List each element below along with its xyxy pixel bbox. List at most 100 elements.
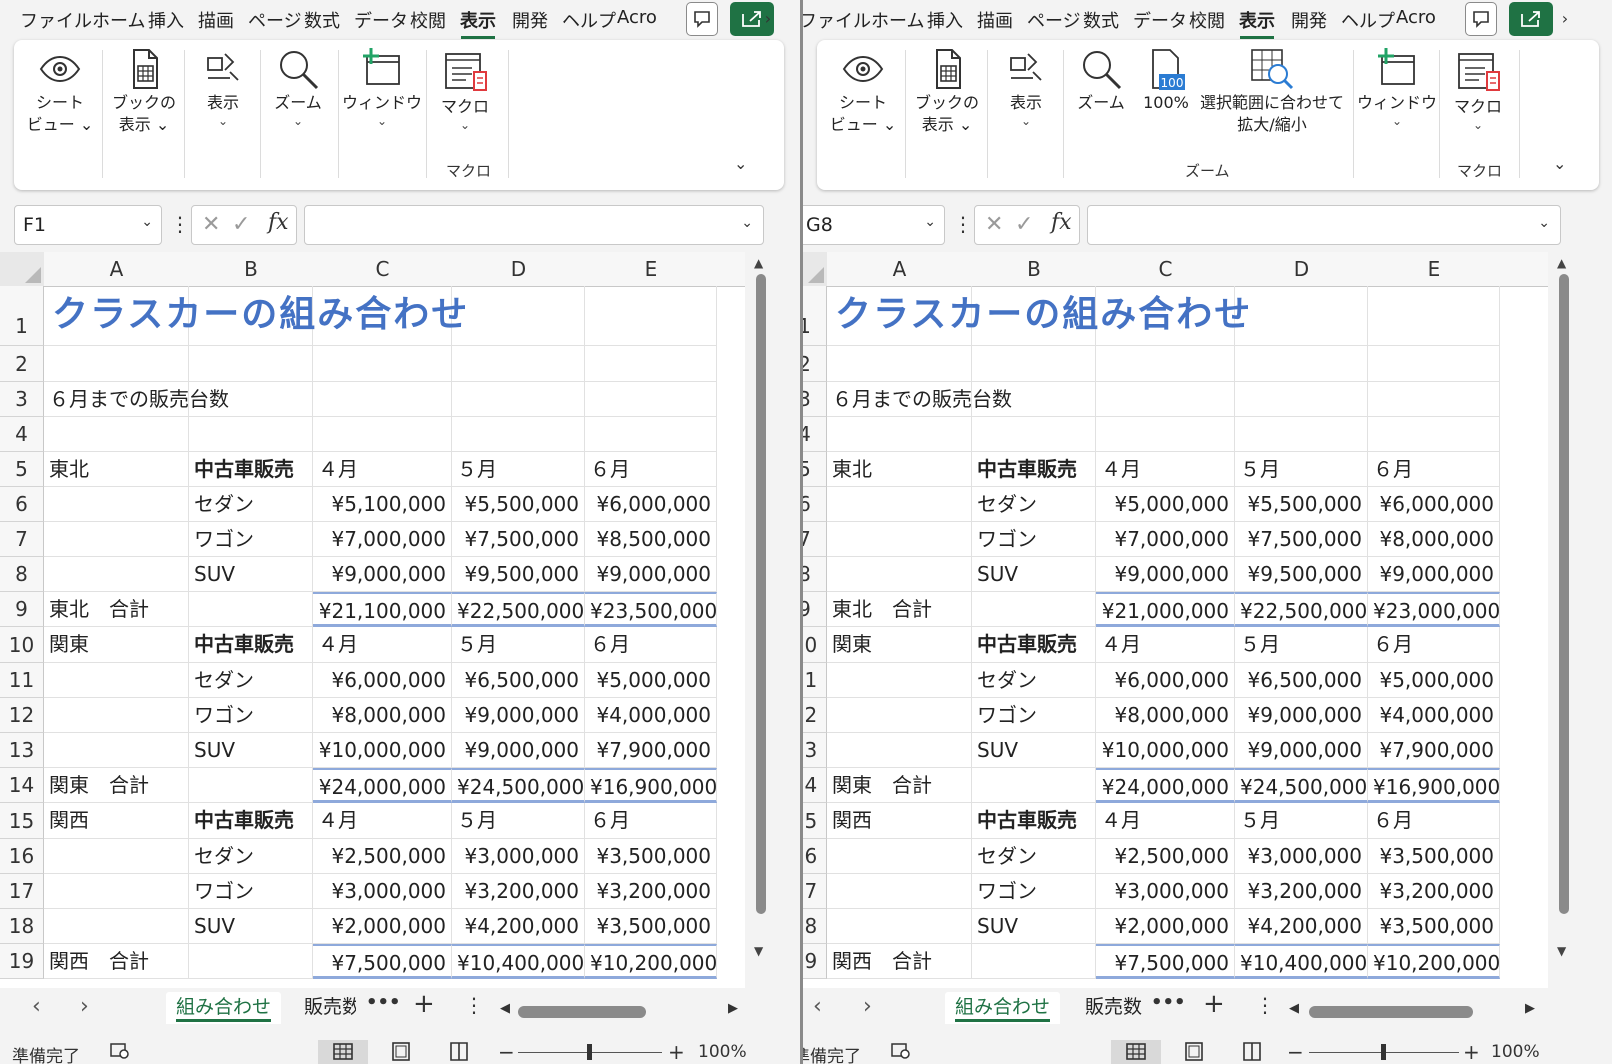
row-header-17[interactable]: 17: [0, 874, 44, 909]
cell[interactable]: [1235, 346, 1368, 382]
row-header-11[interactable]: 11: [0, 663, 44, 698]
sales-value[interactable]: ¥6,000,000: [313, 663, 452, 698]
month-header[interactable]: ４月: [313, 627, 452, 663]
row-header-7[interactable]: 7: [0, 522, 44, 557]
row-header-13[interactable]: 13: [0, 733, 44, 768]
zoom-to-selection-button[interactable]: 選択範囲に合わせて 拡大/縮小: [1197, 46, 1347, 136]
menu-home[interactable]: ホーム: [871, 7, 924, 33]
column-header-b[interactable]: B: [972, 252, 1097, 287]
row-header-16[interactable]: 16: [0, 839, 44, 874]
cell[interactable]: [1096, 346, 1235, 382]
column-header-a[interactable]: A: [44, 252, 190, 287]
sales-value[interactable]: ¥8,500,000: [585, 522, 717, 557]
region-label[interactable]: 関東: [827, 627, 972, 663]
row-header-12[interactable]: 12: [0, 698, 44, 733]
menu-file[interactable]: ファイル: [803, 7, 871, 33]
cell[interactable]: [827, 698, 972, 733]
row-header-19[interactable]: 19: [803, 944, 827, 979]
car-type-label[interactable]: ワゴン: [189, 698, 313, 733]
car-type-label[interactable]: セダン: [189, 663, 313, 698]
car-type-label[interactable]: SUV: [189, 733, 313, 768]
car-type-label[interactable]: セダン: [972, 663, 1096, 698]
row-header-13[interactable]: 13: [803, 733, 827, 768]
zoom-level[interactable]: 100%: [698, 1042, 747, 1062]
cell[interactable]: [313, 382, 452, 417]
total-value[interactable]: ¥16,900,000: [1368, 768, 1500, 803]
sales-value[interactable]: ¥3,200,000: [1235, 874, 1368, 909]
book-view-button[interactable]: ブックの 表示 ⌄: [909, 46, 985, 136]
menu-home[interactable]: ホーム: [92, 7, 145, 33]
sales-value[interactable]: ¥8,000,000: [1368, 522, 1500, 557]
cell[interactable]: [1368, 346, 1500, 382]
cell[interactable]: [827, 874, 972, 909]
row-header-5[interactable]: 5: [803, 452, 827, 487]
month-header[interactable]: ４月: [1096, 627, 1235, 663]
cell[interactable]: [1096, 417, 1235, 452]
comment-button[interactable]: [686, 2, 718, 36]
sales-value[interactable]: ¥7,900,000: [1368, 733, 1500, 768]
total-value[interactable]: ¥10,400,000: [452, 944, 585, 979]
used-car-sales-header[interactable]: 中古車販売: [972, 803, 1096, 839]
month-header[interactable]: ４月: [313, 452, 452, 487]
menu-developer[interactable]: 開発: [1291, 7, 1327, 33]
accessibility-icon[interactable]: [110, 1042, 130, 1060]
row-header-18[interactable]: 18: [803, 909, 827, 944]
sales-value[interactable]: ¥8,000,000: [1096, 698, 1235, 733]
sales-value[interactable]: ¥9,000,000: [452, 698, 585, 733]
row-header-9[interactable]: 9: [803, 592, 827, 627]
sales-value[interactable]: ¥5,000,000: [1368, 663, 1500, 698]
sheet-tab-combination[interactable]: 組み合わせ: [945, 992, 1061, 1024]
month-header[interactable]: ４月: [1096, 452, 1235, 487]
tab-prev-icon[interactable]: ‹: [813, 994, 822, 1019]
view-page-layout-button[interactable]: [1169, 1040, 1219, 1064]
macro-button[interactable]: マクロ ⌄: [432, 46, 498, 132]
cell[interactable]: [827, 839, 972, 874]
sales-value[interactable]: ¥7,000,000: [1096, 522, 1235, 557]
chevron-down-icon[interactable]: ⌄: [741, 215, 753, 231]
used-car-sales-header[interactable]: 中古車販売: [189, 803, 313, 839]
sales-value[interactable]: ¥6,000,000: [1368, 487, 1500, 522]
total-label[interactable]: 東北 合計: [44, 592, 313, 627]
sheet-subtitle[interactable]: ６月までの販売台数: [827, 382, 1096, 417]
row-header-19[interactable]: 19: [0, 944, 44, 979]
car-type-label[interactable]: SUV: [972, 557, 1096, 592]
cell[interactable]: [44, 839, 189, 874]
used-car-sales-header[interactable]: 中古車販売: [972, 452, 1096, 487]
sales-value[interactable]: ¥3,500,000: [585, 839, 717, 874]
sales-value[interactable]: ¥4,000,000: [585, 698, 717, 733]
sheet-tab-sales[interactable]: 販売数: [1085, 992, 1142, 1024]
column-header-a[interactable]: A: [827, 252, 973, 287]
vertical-scrollbar[interactable]: ▲ ▼: [750, 252, 772, 962]
sales-value[interactable]: ¥5,100,000: [313, 487, 452, 522]
formula-input[interactable]: ⌄: [1087, 205, 1561, 245]
sales-value[interactable]: ¥10,000,000: [1096, 733, 1235, 768]
month-header[interactable]: ５月: [1235, 627, 1368, 663]
sales-value[interactable]: ¥8,000,000: [313, 698, 452, 733]
name-box[interactable]: F1 ⌄: [14, 205, 162, 245]
cell[interactable]: [1235, 417, 1368, 452]
sales-value[interactable]: ¥4,200,000: [452, 909, 585, 944]
scroll-left-icon[interactable]: ◀: [1289, 1001, 1299, 1016]
row-header-2[interactable]: 2: [803, 346, 827, 382]
ribbon-collapse-icon[interactable]: ⌄: [734, 154, 747, 173]
total-value[interactable]: ¥23,500,000: [585, 592, 717, 627]
sheet-view-button[interactable]: シート ビュー ⌄: [823, 46, 903, 136]
sales-value[interactable]: ¥5,500,000: [452, 487, 585, 522]
scroll-thumb[interactable]: [756, 274, 766, 914]
zoom-in-icon[interactable]: +: [1463, 1040, 1480, 1064]
cell[interactable]: [585, 346, 717, 382]
window-button[interactable]: ウィンドウ ⌄: [1357, 46, 1437, 128]
cell[interactable]: [44, 417, 189, 452]
cell[interactable]: [44, 874, 189, 909]
tab-prev-icon[interactable]: ‹: [32, 994, 41, 1019]
total-value[interactable]: ¥22,500,000: [452, 592, 585, 627]
total-value[interactable]: ¥24,000,000: [1096, 768, 1235, 803]
cell[interactable]: [827, 663, 972, 698]
menu-page[interactable]: ページ: [248, 7, 302, 33]
sales-value[interactable]: ¥10,000,000: [313, 733, 452, 768]
total-value[interactable]: ¥16,900,000: [585, 768, 717, 803]
formula-input[interactable]: ⌄: [304, 205, 764, 245]
scroll-thumb[interactable]: [1559, 274, 1569, 914]
total-value[interactable]: ¥10,400,000: [1235, 944, 1368, 979]
zoom-level[interactable]: 100%: [1491, 1042, 1540, 1062]
